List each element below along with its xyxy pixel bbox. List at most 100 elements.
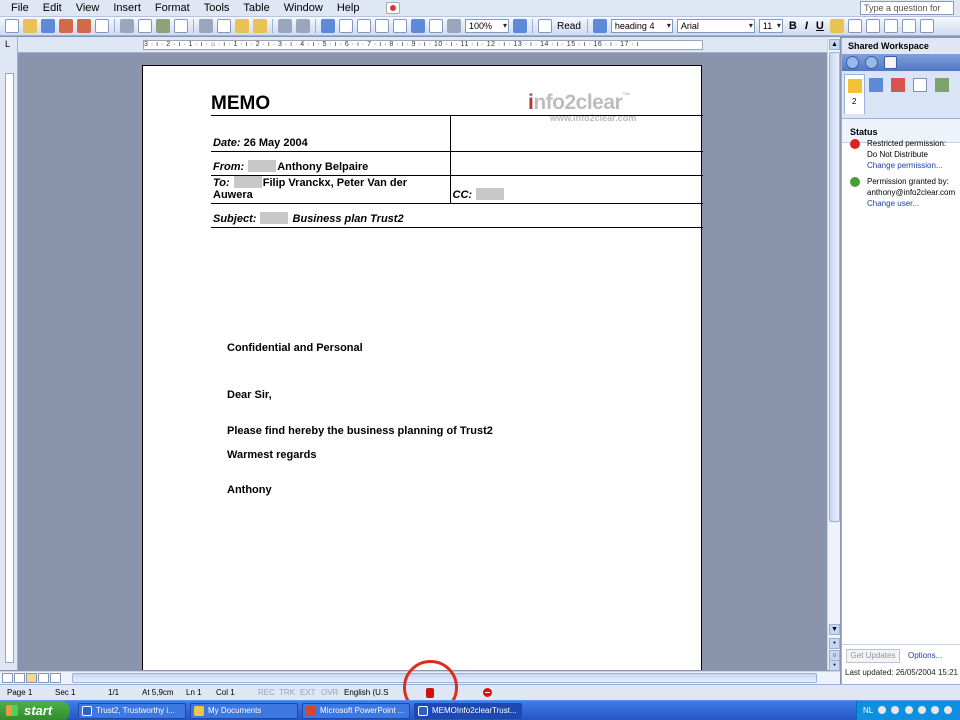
options-link[interactable]: Options... (908, 651, 942, 660)
status-trk[interactable]: TRK (279, 688, 295, 697)
tray-icon[interactable] (944, 706, 953, 714)
back-icon[interactable] (846, 56, 859, 69)
tab-members[interactable] (866, 74, 887, 114)
get-updates-button[interactable]: Get Updates (846, 649, 900, 663)
irm-menu-icon[interactable] (386, 2, 401, 14)
normal-view-icon[interactable] (2, 673, 13, 683)
insert-table-icon[interactable] (357, 19, 371, 33)
tray-icon[interactable] (917, 706, 926, 714)
status-line[interactable]: Ln 1 (186, 688, 202, 697)
taskbar-item-my-documents[interactable]: My Documents (190, 703, 298, 719)
to-cell[interactable]: To: Filip Vranckx, Peter Van der Auwera (211, 175, 451, 204)
redo-icon[interactable] (296, 19, 310, 33)
status-position[interactable]: At 5,9cm (142, 688, 174, 697)
drawing-icon[interactable] (411, 19, 425, 33)
permission-icon[interactable] (59, 19, 73, 33)
tray-icon[interactable] (904, 706, 913, 714)
tab-links[interactable] (932, 74, 953, 114)
menu-table[interactable]: Table (236, 2, 276, 14)
open-folder-icon[interactable] (23, 19, 37, 33)
help-icon[interactable] (513, 19, 527, 33)
print-layout-view-icon[interactable] (26, 673, 37, 683)
tab-tasks[interactable] (888, 74, 909, 114)
empty-cell[interactable] (450, 151, 703, 176)
empty-cell[interactable] (450, 203, 703, 228)
tab-status[interactable]: 2 (844, 74, 865, 114)
new-document-icon[interactable] (5, 19, 19, 33)
outline-view-icon[interactable] (38, 673, 49, 683)
previous-page-icon[interactable]: • (829, 638, 840, 649)
restricted-status-icon[interactable] (483, 688, 492, 697)
italic-button[interactable]: I (805, 20, 808, 32)
bold-button[interactable]: B (789, 20, 797, 32)
spelling-icon[interactable] (156, 19, 170, 33)
document-page[interactable]: MEMO info2clear™ www.info2clear.com Date… (142, 65, 703, 670)
status-page[interactable]: Page 1 (7, 688, 32, 697)
menu-file[interactable]: File (4, 2, 36, 14)
help-search-input[interactable]: Type a question for help (860, 1, 954, 25)
from-cell[interactable]: From: Anthony Belpaire (211, 151, 451, 176)
change-user-link[interactable]: Change user... (867, 198, 959, 209)
style-select[interactable]: heading 4 (610, 19, 673, 33)
save-icon[interactable] (41, 19, 55, 33)
document-area[interactable]: MEMO info2clear™ www.info2clear.com Date… (19, 53, 827, 670)
research-icon[interactable] (77, 19, 91, 33)
vertical-scrollbar[interactable]: ▲ ▼ • ○ • (827, 38, 840, 671)
paste-icon[interactable] (235, 19, 249, 33)
font-size-select[interactable]: 11 (758, 19, 783, 33)
underline-button[interactable]: U (816, 20, 824, 32)
align-left-icon[interactable] (829, 19, 844, 33)
change-permission-link[interactable]: Change permission... (867, 160, 959, 171)
subject-cell[interactable]: Subject: Business plan Trust2 (211, 203, 450, 228)
menu-edit[interactable]: Edit (36, 2, 69, 14)
next-page-icon[interactable]: • (829, 660, 840, 671)
task-pane-title[interactable]: Shared Workspace (842, 38, 960, 54)
taskbar-item-trust2[interactable]: Trust2, Trustworthy i... (78, 703, 186, 719)
web-layout-view-icon[interactable] (14, 673, 25, 683)
document-map-icon[interactable] (429, 19, 443, 33)
email-icon[interactable] (95, 19, 109, 33)
taskbar-item-memo[interactable]: MEMOInfo2clearTrust... (414, 703, 522, 719)
start-button[interactable]: start (0, 701, 70, 720)
read-icon[interactable] (538, 19, 552, 33)
date-cell[interactable]: Date: 26 May 2004 (211, 115, 451, 152)
columns-icon[interactable] (393, 19, 407, 33)
menu-format[interactable]: Format (148, 2, 197, 14)
line-spacing-icon[interactable] (901, 19, 916, 33)
cc-cell[interactable]: CC: (450, 175, 703, 204)
scroll-down-icon[interactable]: ▼ (829, 624, 840, 635)
numbering-icon[interactable] (919, 19, 934, 33)
read-button[interactable]: Read (557, 21, 581, 32)
menu-window[interactable]: Window (277, 2, 330, 14)
copy-icon[interactable] (217, 19, 231, 33)
status-column[interactable]: Col 1 (216, 688, 235, 697)
justify-icon[interactable] (883, 19, 898, 33)
insert-excel-icon[interactable] (375, 19, 389, 33)
vertical-ruler[interactable] (0, 53, 18, 670)
forward-icon[interactable] (865, 56, 878, 69)
tray-icon[interactable] (931, 706, 940, 714)
font-select[interactable]: Arial (676, 19, 755, 33)
undo-icon[interactable] (278, 19, 292, 33)
menu-tools[interactable]: Tools (197, 2, 237, 14)
print-icon[interactable] (120, 19, 134, 33)
cut-icon[interactable] (199, 19, 213, 33)
show-hide-icon[interactable] (447, 19, 461, 33)
status-language[interactable]: English (U.S (344, 688, 388, 697)
styles-icon[interactable] (592, 19, 607, 33)
tab-documents[interactable] (910, 74, 931, 114)
tray-icon[interactable] (878, 706, 887, 714)
menu-help[interactable]: Help (330, 2, 367, 14)
status-rec[interactable]: REC (258, 688, 275, 697)
format-painter-icon[interactable] (253, 19, 267, 33)
horizontal-ruler[interactable]: 3 · ı · 2 · ı · 1 · ı · ⌂ · ı · 1 · ı · … (18, 37, 840, 53)
status-section[interactable]: Sec 1 (55, 688, 75, 697)
tray-language[interactable]: NL (863, 706, 873, 715)
tables-borders-icon[interactable] (339, 19, 353, 33)
research-book-icon[interactable] (174, 19, 188, 33)
status-ext[interactable]: EXT (300, 688, 316, 697)
empty-cell[interactable] (450, 115, 703, 152)
tray-icon[interactable] (891, 706, 900, 714)
align-center-icon[interactable] (847, 19, 862, 33)
zoom-select[interactable]: 100% (465, 19, 509, 33)
